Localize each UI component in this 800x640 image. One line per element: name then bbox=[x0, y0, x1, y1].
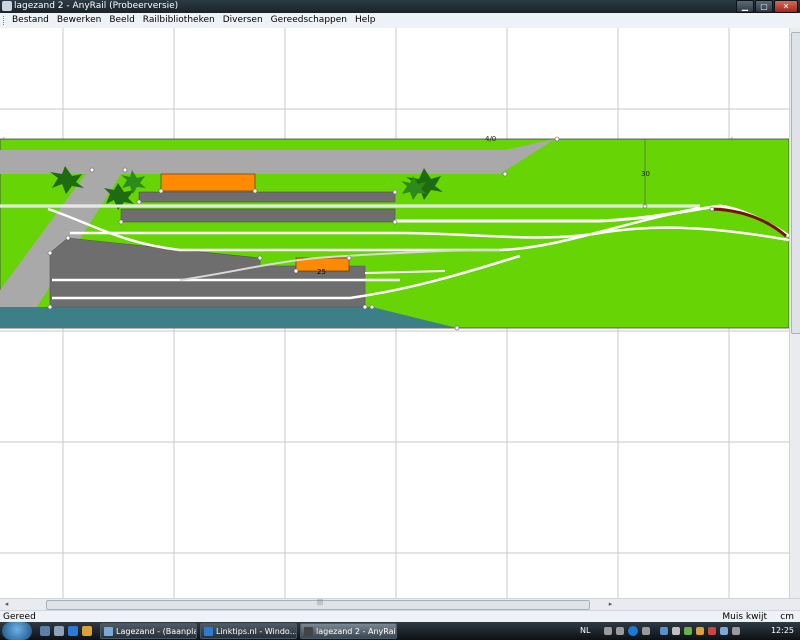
explorer-icon bbox=[104, 627, 113, 636]
volume-icon[interactable] bbox=[672, 627, 680, 635]
task-linktips[interactable]: Linktips.nl - Windo... bbox=[200, 623, 297, 639]
task-lagezand-baanplan[interactable]: Lagezand - (Baanpla... bbox=[100, 623, 197, 639]
task-label: lagezand 2 - AnyRail... bbox=[316, 627, 397, 636]
network-icon[interactable] bbox=[660, 627, 668, 635]
platform-upper[interactable] bbox=[138, 191, 396, 203]
ie-icon[interactable] bbox=[68, 626, 78, 636]
menu-railbibliotheken[interactable]: Railbibliotheken bbox=[139, 13, 219, 28]
security-icon[interactable] bbox=[684, 627, 692, 635]
tray-alert-icon[interactable] bbox=[708, 627, 716, 635]
track-plan-drawing[interactable]: 25 30 4/0 ‹ ‹ bbox=[0, 28, 789, 598]
window-title: lagezand 2 - AnyRail (Probeerversie) bbox=[14, 1, 179, 11]
menu-grip-icon bbox=[3, 16, 6, 25]
window-controls: ▁ ▢ ✕ bbox=[736, 0, 798, 13]
ie-icon bbox=[204, 627, 213, 636]
task-anyrail[interactable]: lagezand 2 - AnyRail... bbox=[300, 623, 397, 639]
menu-gereedschappen[interactable]: Gereedschappen bbox=[267, 13, 351, 28]
menu-bestand[interactable]: Bestand bbox=[8, 13, 53, 28]
menu-bar: Bestand Bewerken Beeld Railbibliotheken … bbox=[0, 13, 800, 29]
menu-diversen[interactable]: Diversen bbox=[219, 13, 267, 28]
layout-canvas[interactable]: 25 30 4/0 ‹ ‹ bbox=[0, 28, 789, 598]
menu-beeld[interactable]: Beeld bbox=[105, 13, 138, 28]
scroll-right-icon[interactable]: ▸ bbox=[606, 600, 615, 609]
outlook-icon[interactable] bbox=[82, 626, 92, 636]
measure-top-label: 4/0 bbox=[485, 135, 496, 143]
title-bar: lagezand 2 - AnyRail (Probeerversie) ▁ ▢… bbox=[0, 0, 800, 13]
media-stop-icon[interactable] bbox=[616, 627, 624, 635]
taskbar: Lagezand - (Baanpla... Linktips.nl - Win… bbox=[0, 622, 800, 640]
yard-building-label: 25 bbox=[317, 268, 326, 276]
platform-middle[interactable] bbox=[120, 208, 396, 223]
measure-right-label: 30 bbox=[641, 170, 650, 178]
language-indicator[interactable]: NL bbox=[580, 626, 590, 635]
arrow-left-icon: ‹ bbox=[2, 134, 5, 143]
tray-app-icon[interactable] bbox=[696, 627, 704, 635]
media-next-icon[interactable] bbox=[642, 627, 650, 635]
media-prev-icon[interactable] bbox=[604, 627, 612, 635]
clock[interactable]: 12:25 bbox=[771, 626, 794, 635]
vertical-scroll-thumb[interactable] bbox=[791, 32, 800, 334]
tray-misc-icon[interactable] bbox=[720, 627, 728, 635]
menu-bewerken[interactable]: Bewerken bbox=[53, 13, 105, 28]
windows-orb-icon[interactable] bbox=[2, 622, 32, 640]
station-building[interactable] bbox=[160, 173, 256, 192]
switch-windows-icon[interactable] bbox=[54, 626, 64, 636]
minimize-button[interactable]: ▁ bbox=[736, 0, 754, 13]
scroll-left-icon[interactable]: ◂ bbox=[2, 600, 11, 609]
close-button[interactable]: ✕ bbox=[774, 0, 798, 13]
menu-help[interactable]: Help bbox=[351, 13, 380, 28]
horizontal-scroll-thumb[interactable]: ||| bbox=[46, 599, 590, 610]
media-play-icon[interactable] bbox=[628, 626, 638, 636]
anyrail-icon bbox=[304, 627, 313, 636]
arrow-right-icon: ‹ bbox=[730, 134, 733, 143]
system-tray: NL 12:25 bbox=[580, 622, 800, 640]
task-label: Linktips.nl - Windo... bbox=[216, 627, 297, 636]
vertical-scrollbar[interactable] bbox=[789, 28, 800, 598]
show-desktop-icon[interactable] bbox=[40, 626, 50, 636]
maximize-button[interactable]: ▢ bbox=[755, 0, 773, 13]
task-label: Lagezand - (Baanpla... bbox=[116, 627, 197, 636]
app-icon bbox=[2, 1, 12, 11]
horizontal-scrollbar[interactable]: ◂ ||| ▸ bbox=[0, 598, 800, 610]
tray-misc2-icon[interactable] bbox=[732, 627, 740, 635]
